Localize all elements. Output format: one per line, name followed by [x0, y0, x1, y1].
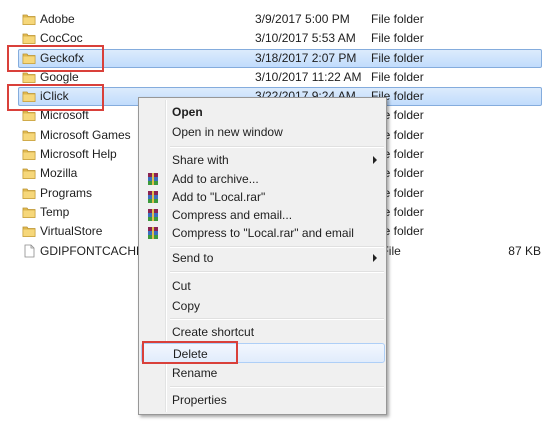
menu-separator [170, 386, 384, 388]
highlight-box-delete [142, 341, 238, 364]
folder-icon [22, 147, 36, 161]
menu-item-label: Rename [172, 366, 218, 380]
menu-item-label: Compress to "Local.rar" and email [172, 226, 354, 240]
menu-item-open-new-window[interactable]: Open in new window [141, 122, 385, 142]
menu-item-label: Share with [172, 153, 229, 167]
file-size: 87 KB [508, 244, 541, 258]
file-date: 3/10/2017 11:22 AM [255, 70, 362, 84]
menu-item-label: Create shortcut [172, 325, 255, 339]
file-name: Microsoft Help [40, 147, 117, 161]
file-date: 3/18/2017 2:07 PM [255, 51, 357, 65]
submenu-arrow-icon [373, 156, 377, 164]
menu-item-label: Open in new window [172, 125, 283, 139]
file-name: Temp [40, 205, 70, 219]
folder-icon [22, 70, 36, 84]
menu-item-share-with[interactable]: Share with [141, 150, 385, 170]
folder-icon [22, 186, 36, 200]
menu-item-open[interactable]: Open [141, 102, 385, 122]
file-name: Microsoft Games [40, 128, 131, 142]
menu-item-label: Add to archive... [172, 172, 259, 186]
menu-item-properties[interactable]: Properties [141, 390, 385, 410]
menu-item-label: Copy [172, 299, 201, 313]
context-menu: Open Open in new window Share with Add t… [138, 97, 387, 415]
file-name: Programs [40, 186, 93, 200]
folder-icon [22, 128, 36, 142]
folder-icon [22, 205, 36, 219]
highlight-box-geckofx [7, 45, 104, 72]
menu-item-compress-to-local-rar-email[interactable]: Compress to "Local.rar" and email [141, 223, 385, 243]
menu-item-send-to[interactable]: Send to [141, 248, 385, 268]
file-icon [22, 244, 36, 258]
menu-item-rename[interactable]: Rename [141, 363, 385, 383]
file-type: File folder [371, 31, 424, 45]
winrar-icon [146, 226, 160, 240]
file-name: VirtualStore [40, 224, 103, 238]
menu-item-label: Compress and email... [172, 208, 293, 222]
winrar-icon [146, 172, 160, 186]
menu-item-cut[interactable]: Cut [141, 276, 385, 296]
menu-item-label: Send to [172, 251, 214, 265]
file-date: 3/10/2017 5:53 AM [255, 31, 356, 45]
folder-icon [22, 166, 36, 180]
menu-item-label: Properties [172, 393, 227, 407]
menu-separator [170, 146, 384, 148]
folder-icon [22, 224, 36, 238]
file-name: Google [40, 70, 79, 84]
file-type: File folder [371, 12, 424, 26]
highlight-box-iclick [7, 84, 104, 111]
submenu-arrow-icon [373, 254, 377, 262]
menu-item-create-shortcut[interactable]: Create shortcut [141, 322, 385, 342]
file-date: 3/9/2017 5:00 PM [255, 12, 350, 26]
file-type: File folder [371, 70, 424, 84]
file-row-adobe[interactable]: Adobe 3/9/2017 5:00 PM File folder [0, 10, 553, 29]
file-name: Adobe [40, 12, 75, 26]
menu-item-add-to-archive[interactable]: Add to archive... [141, 169, 385, 189]
folder-icon [22, 12, 36, 26]
menu-item-copy[interactable]: Copy [141, 296, 385, 316]
file-type: File folder [371, 51, 424, 65]
winrar-icon [146, 190, 160, 204]
menu-separator [170, 318, 384, 320]
menu-item-label: Add to "Local.rar" [172, 190, 266, 204]
file-name: CocCoc [40, 31, 83, 45]
menu-item-label: Cut [172, 279, 191, 293]
file-name: Mozilla [40, 166, 78, 180]
menu-separator [170, 271, 384, 273]
winrar-icon [146, 208, 160, 222]
folder-icon [22, 31, 36, 45]
menu-item-add-to-local-rar[interactable]: Add to "Local.rar" [141, 187, 385, 207]
menu-item-compress-and-email[interactable]: Compress and email... [141, 205, 385, 225]
menu-item-label: Open [172, 105, 203, 119]
